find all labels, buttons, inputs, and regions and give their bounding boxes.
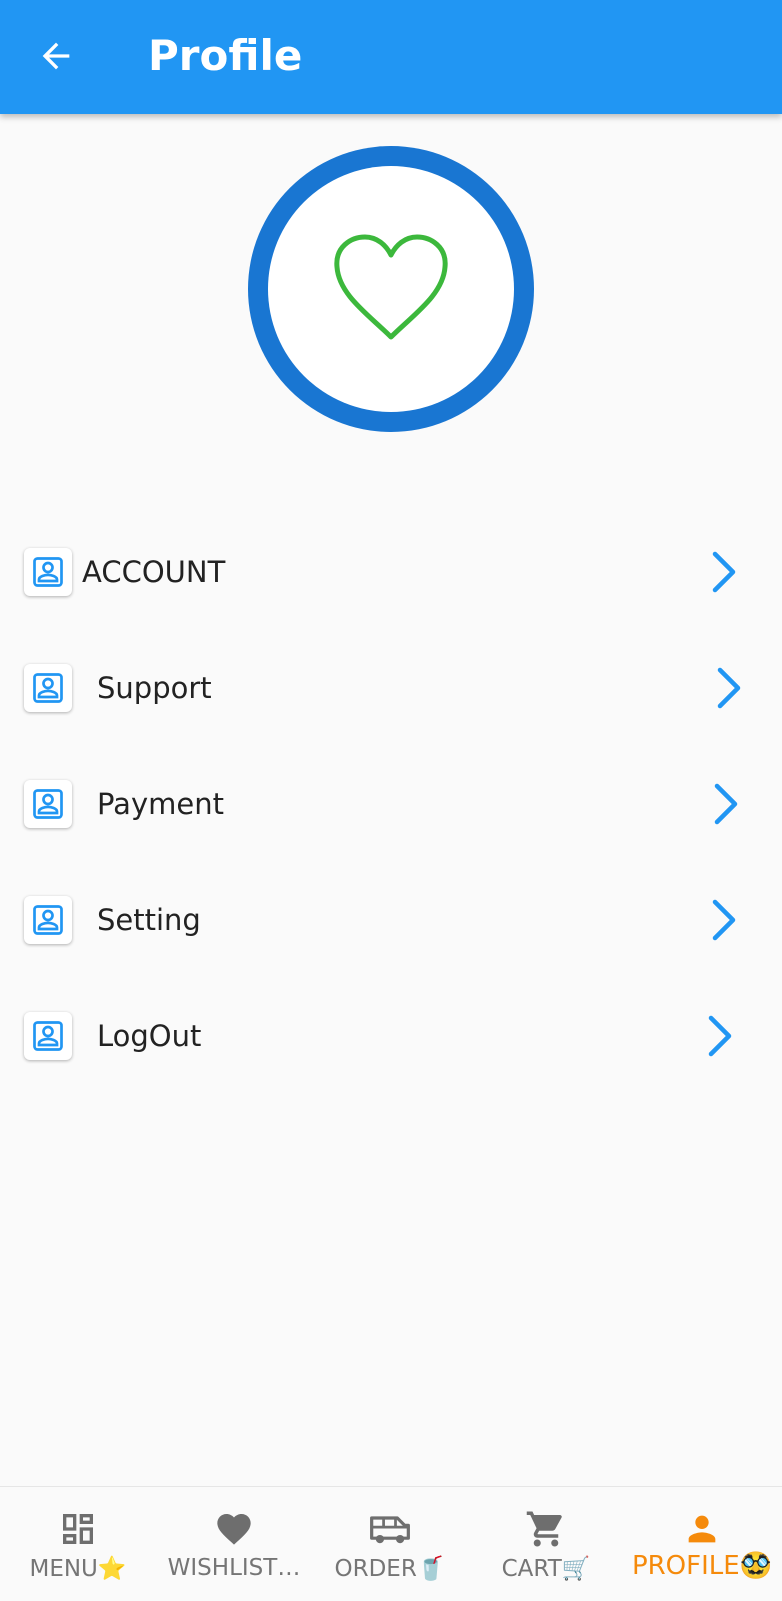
back-button[interactable] (30, 30, 82, 82)
menu-item-label: Setting (97, 903, 201, 937)
menu-item-setting[interactable]: Setting (0, 880, 782, 960)
chevron-right-icon (700, 1014, 740, 1058)
account-box-icon (24, 548, 72, 596)
delivery-van-icon (368, 1507, 412, 1551)
nav-item-wishlist[interactable]: WISHLIST… (156, 1487, 312, 1601)
app-bar: Profile (0, 0, 782, 114)
menu-item-label: LogOut (97, 1019, 202, 1053)
shopping-cart-icon (524, 1507, 568, 1551)
menu-item-label: Support (97, 671, 212, 705)
profile-avatar[interactable] (248, 146, 534, 432)
account-box-icon (24, 1012, 72, 1060)
avatar-inner (268, 166, 514, 412)
menu-item-support[interactable]: Support (0, 648, 782, 728)
person-icon (680, 1507, 724, 1551)
menu-item-account[interactable]: ACCOUNT (0, 532, 782, 612)
nav-item-profile[interactable]: PROFILE🥸 (624, 1487, 780, 1601)
account-box-icon (24, 780, 72, 828)
menu-item-label: ACCOUNT (82, 555, 226, 589)
nav-label: WISHLIST… (167, 1555, 301, 1581)
page-title: Profile (148, 31, 303, 80)
arrow-back-icon (42, 42, 70, 70)
menu-item-logout[interactable]: LogOut (0, 996, 782, 1076)
account-box-icon (24, 896, 72, 944)
chevron-right-icon (706, 782, 746, 826)
nav-label: CART🛒 (501, 1556, 591, 1582)
heart-outline-icon (334, 234, 448, 340)
heart-icon (212, 1507, 256, 1551)
chevron-right-icon (704, 898, 744, 942)
account-box-icon (24, 664, 72, 712)
menu-item-payment[interactable]: Payment (0, 764, 782, 844)
menu-item-label: Payment (97, 787, 224, 821)
nav-item-cart[interactable]: CART🛒 (468, 1487, 624, 1601)
chevron-right-icon (704, 550, 744, 594)
nav-label: PROFILE🥸 (631, 1551, 773, 1581)
dashboard-icon (56, 1507, 100, 1551)
nav-label: MENU⭐ (29, 1556, 127, 1582)
nav-item-menu[interactable]: MENU⭐ (0, 1487, 156, 1601)
nav-label: ORDER🥤 (334, 1556, 446, 1582)
chevron-right-icon (709, 666, 749, 710)
bottom-navigation: MENU⭐ WISHLIST… ORDER🥤 CART🛒 PROFILE🥸 (0, 1486, 782, 1600)
nav-item-order[interactable]: ORDER🥤 (312, 1487, 468, 1601)
